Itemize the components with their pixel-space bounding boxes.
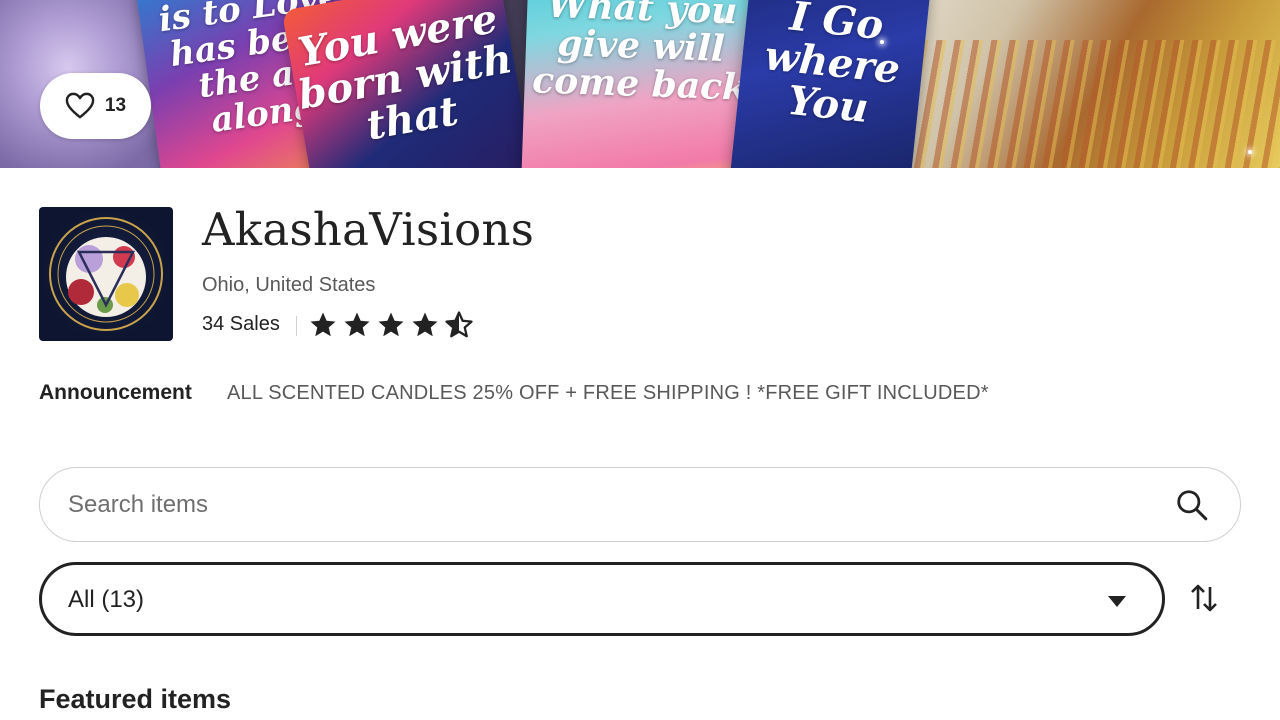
heart-outline-icon bbox=[65, 92, 95, 119]
search-bar bbox=[39, 467, 1241, 542]
search-input[interactable] bbox=[68, 468, 1168, 541]
sparkle-icon bbox=[880, 40, 884, 44]
shop-rating-stars[interactable] bbox=[308, 310, 474, 340]
banner-card-4-text: I Go where You bbox=[762, 0, 903, 132]
shop-logo[interactable] bbox=[39, 207, 173, 341]
banner-card-4: I Go where You bbox=[728, 0, 932, 168]
star-filled-icon bbox=[310, 312, 336, 337]
featured-items-heading: Featured items bbox=[39, 684, 232, 714]
sparkle-icon bbox=[720, 18, 724, 22]
shop-name[interactable]: AkashaVisions bbox=[202, 203, 534, 256]
announcement-label: Announcement bbox=[39, 381, 192, 404]
star-filled-icon bbox=[344, 312, 370, 337]
caret-down-icon bbox=[1108, 596, 1126, 607]
section-filter-value: All (13) bbox=[68, 586, 145, 613]
star-filled-icon bbox=[412, 312, 438, 337]
search-button[interactable] bbox=[1172, 485, 1212, 525]
banner-glitter bbox=[900, 40, 1280, 168]
shop-location: Ohio, United States bbox=[202, 274, 376, 296]
banner-card-2: You were born with that bbox=[281, 0, 539, 168]
banner-card-3-text: What you give will come back bbox=[531, 0, 748, 109]
shop-sales-count: 34 Sales bbox=[202, 313, 280, 335]
shop-banner: is to Love has been the all along You we… bbox=[0, 0, 1280, 168]
divider bbox=[296, 316, 297, 336]
favorite-count: 13 bbox=[104, 95, 127, 116]
announcement-text[interactable]: ALL SCENTED CANDLES 25% OFF + FREE SHIPP… bbox=[227, 382, 989, 405]
search-icon bbox=[1177, 490, 1208, 521]
star-half-icon bbox=[445, 311, 473, 338]
star-filled-icon bbox=[378, 312, 404, 337]
sort-button[interactable] bbox=[1184, 578, 1224, 618]
sparkle-icon bbox=[1248, 150, 1252, 154]
section-filter-select[interactable]: All (13) bbox=[39, 562, 1165, 636]
favorite-shop-button[interactable]: 13 bbox=[40, 73, 151, 139]
banner-card-3: What you give will come back bbox=[521, 0, 759, 168]
shop-logo-image bbox=[49, 217, 163, 331]
banner-card-2-text: You were born with that bbox=[294, 0, 516, 150]
sort-arrows-icon bbox=[1191, 584, 1217, 612]
